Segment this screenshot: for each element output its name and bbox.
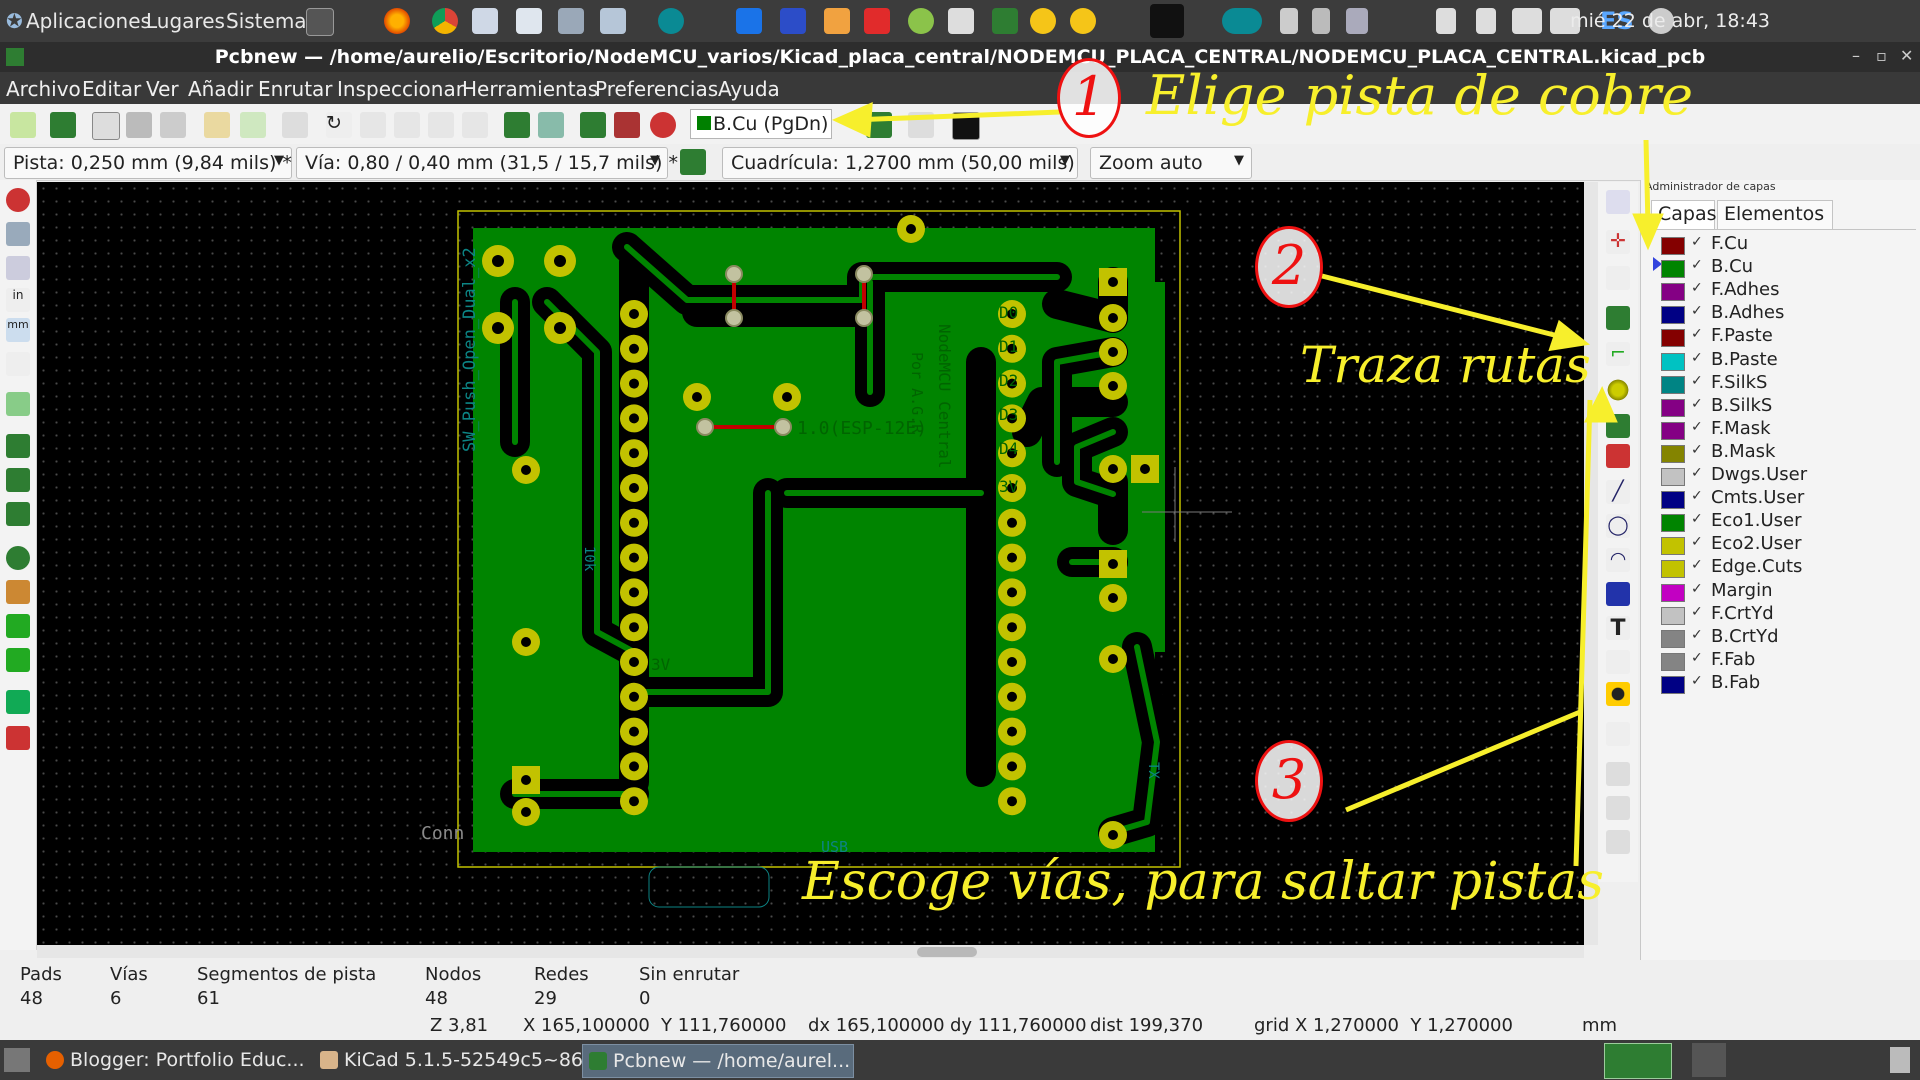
step3-badge: 3 [1255, 740, 1323, 822]
step1-caption: Elige pista de cobre [1146, 64, 1694, 127]
arrow-step1-head [831, 102, 873, 138]
annotation-arrows [831, 102, 1664, 867]
step2-caption: Traza rutas [1300, 336, 1591, 394]
arrow-layer-head [1632, 213, 1664, 251]
arrow-step2 [1321, 273, 1567, 341]
step3-caption: Escoge vías, para saltar pistas [802, 852, 1604, 912]
step1-badge: 1 [1057, 58, 1121, 138]
step2-badge: 2 [1255, 226, 1323, 308]
arrow-step3-vertical [1573, 399, 1593, 867]
arrow-step3 [1345, 709, 1581, 813]
arrow-step1 [851, 109, 1061, 123]
arrow-layer [1643, 139, 1651, 227]
